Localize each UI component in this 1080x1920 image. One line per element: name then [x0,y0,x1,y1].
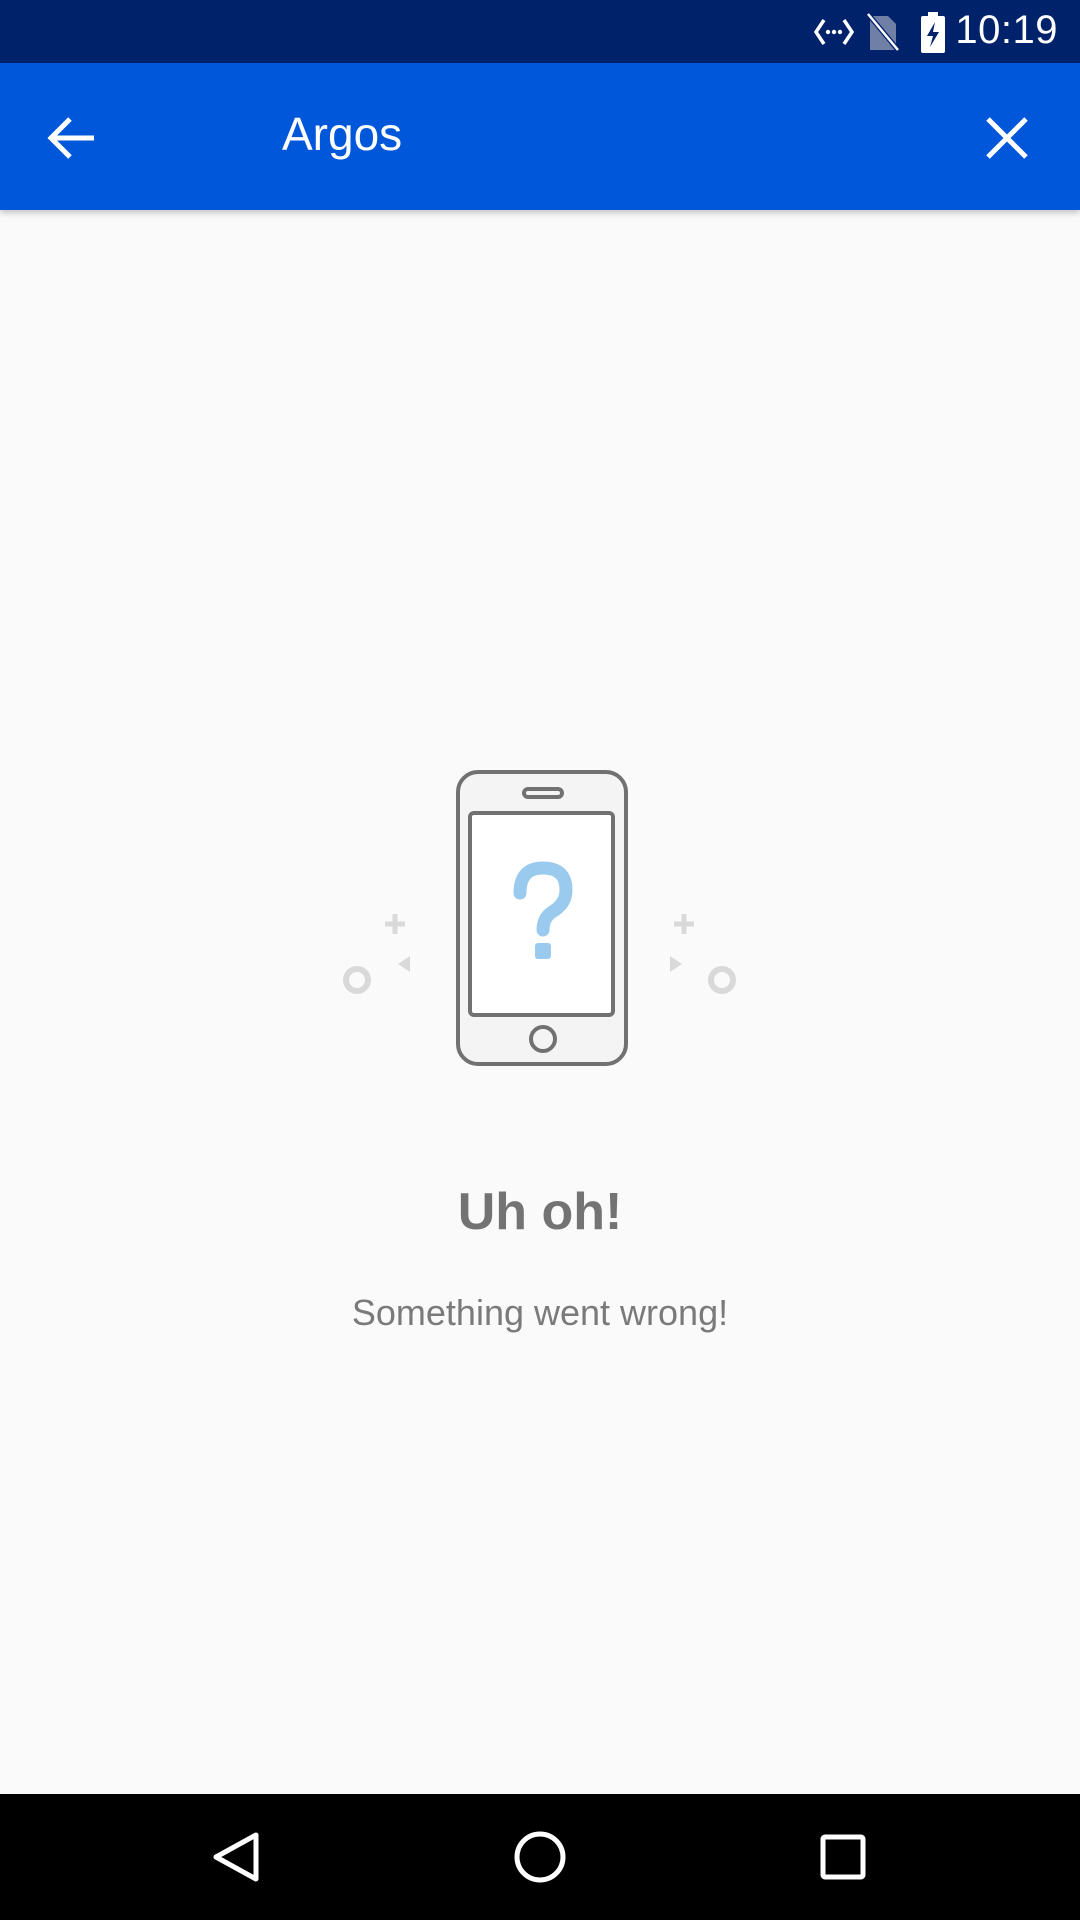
page-title: Argos [282,108,403,160]
battery-charging-icon [921,12,945,53]
recents-square-icon[interactable] [808,1822,878,1892]
error-content [0,210,1080,1794]
no-sim-icon [866,12,900,52]
status-time: 10:19 [955,8,1058,52]
arrow-left-icon[interactable] [38,103,108,173]
close-icon[interactable] [972,103,1042,173]
app-bar: Argos [0,63,1080,210]
home-circle-icon[interactable] [505,1822,575,1892]
status-bar: 10:19 [0,0,1080,63]
error-message: Something went wrong! [351,1292,729,1333]
data-sync-icon [813,19,855,45]
back-triangle-icon[interactable] [202,1822,272,1892]
navigation-bar [0,1794,1080,1920]
error-title: Uh oh! [457,1183,623,1241]
phone-question-icon [343,770,736,1066]
